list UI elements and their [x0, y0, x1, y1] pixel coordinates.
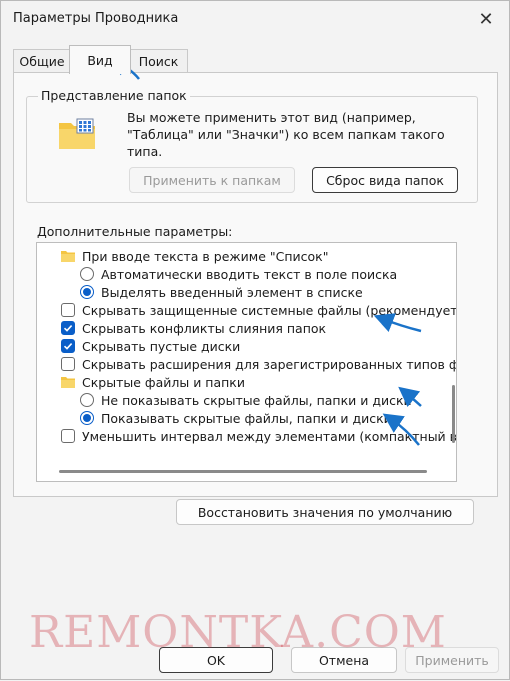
explorer-options-window: Параметры Проводника ✕ Общие Вид Поиск П… — [0, 0, 510, 680]
ok-button[interactable]: OK — [159, 647, 273, 673]
checkbox[interactable] — [61, 339, 75, 353]
list-item-label: Не показывать скрытые файлы, папки и дис… — [101, 392, 412, 408]
folder-views-description: Вы можете применить этот вид (например, … — [127, 110, 445, 159]
title-bar: Параметры Проводника ✕ — [1, 1, 509, 37]
list-item[interactable]: Скрывать расширения для зарегистрированн… — [61, 355, 457, 373]
folder-icon — [61, 251, 75, 262]
list-item[interactable]: Автоматически вводить текст в поле поиск… — [80, 265, 397, 283]
list-item[interactable]: Скрывать конфликты слияния папок — [61, 319, 326, 337]
checkmark-icon — [63, 343, 73, 350]
list-item[interactable]: Скрывать защищенные системные файлы (рек… — [61, 301, 457, 319]
window-title: Параметры Проводника — [13, 11, 179, 26]
list-item[interactable]: Не показывать скрытые файлы, папки и дис… — [80, 391, 412, 409]
radio-button[interactable] — [80, 267, 94, 281]
folder-views-legend: Представление папок — [38, 88, 190, 103]
list-item-label: При вводе текста в режиме "Список" — [82, 248, 329, 264]
radio-button[interactable] — [80, 393, 94, 407]
list-item[interactable]: Показывать скрытые файлы, папки и диски — [80, 409, 392, 427]
apply-to-folders-button[interactable]: Применить к папкам — [129, 167, 295, 193]
reset-folders-button[interactable]: Сброс вида папок — [312, 167, 458, 193]
apply-button[interactable]: Применить — [405, 647, 499, 673]
list-item[interactable]: Выделять введенный элемент в списке — [80, 283, 363, 301]
folder-view-icon — [59, 118, 95, 149]
horizontal-scrollbar[interactable] — [59, 470, 427, 473]
close-icon: ✕ — [478, 8, 494, 30]
list-item-label: Выделять введенный элемент в списке — [101, 284, 363, 300]
checkbox[interactable] — [61, 303, 75, 317]
tab-view[interactable]: Вид — [69, 45, 131, 74]
advanced-settings-list[interactable]: При вводе текста в режиме "Список" Автома… — [36, 242, 457, 482]
list-item-label: Скрытые файлы и папки — [82, 374, 245, 390]
checkbox[interactable] — [61, 321, 75, 335]
list-item-label: Скрывать пустые диски — [82, 338, 241, 354]
radio-button[interactable] — [80, 285, 94, 299]
restore-defaults-button[interactable]: Восстановить значения по умолчанию — [176, 499, 474, 525]
checkmark-icon — [63, 325, 73, 332]
list-item-label: Уменьшить интервал между элементами (ком… — [82, 428, 457, 444]
list-item[interactable]: Скрывать пустые диски — [61, 337, 240, 355]
list-group-header: При вводе текста в режиме "Список" — [61, 247, 328, 265]
radio-button[interactable] — [80, 411, 94, 425]
list-item[interactable]: Уменьшить интервал между элементами (ком… — [61, 427, 457, 445]
tab-general[interactable]: Общие — [13, 49, 71, 73]
close-button[interactable]: ✕ — [469, 5, 503, 33]
tab-search-label: Поиск — [138, 54, 179, 69]
checkbox[interactable] — [61, 429, 75, 443]
folder-icon — [61, 377, 75, 388]
cancel-button[interactable]: Отмена — [291, 647, 397, 673]
list-item-label: Автоматически вводить текст в поле поиск… — [101, 266, 398, 282]
checkbox[interactable] — [61, 357, 75, 371]
tab-search[interactable]: Поиск — [129, 49, 188, 73]
tab-general-label: Общие — [19, 54, 65, 69]
tab-view-label: Вид — [87, 52, 113, 68]
advanced-settings-label: Дополнительные параметры: — [37, 224, 233, 239]
list-item-label: Показывать скрытые файлы, папки и диски — [101, 410, 392, 426]
list-item-label: Скрывать расширения для зарегистрированн… — [82, 356, 457, 372]
list-item-label: Скрывать конфликты слияния папок — [82, 320, 327, 336]
list-item-label: Скрывать защищенные системные файлы (рек… — [82, 302, 457, 318]
list-group-header: Скрытые файлы и папки — [61, 373, 245, 391]
vertical-scrollbar[interactable] — [452, 385, 455, 443]
